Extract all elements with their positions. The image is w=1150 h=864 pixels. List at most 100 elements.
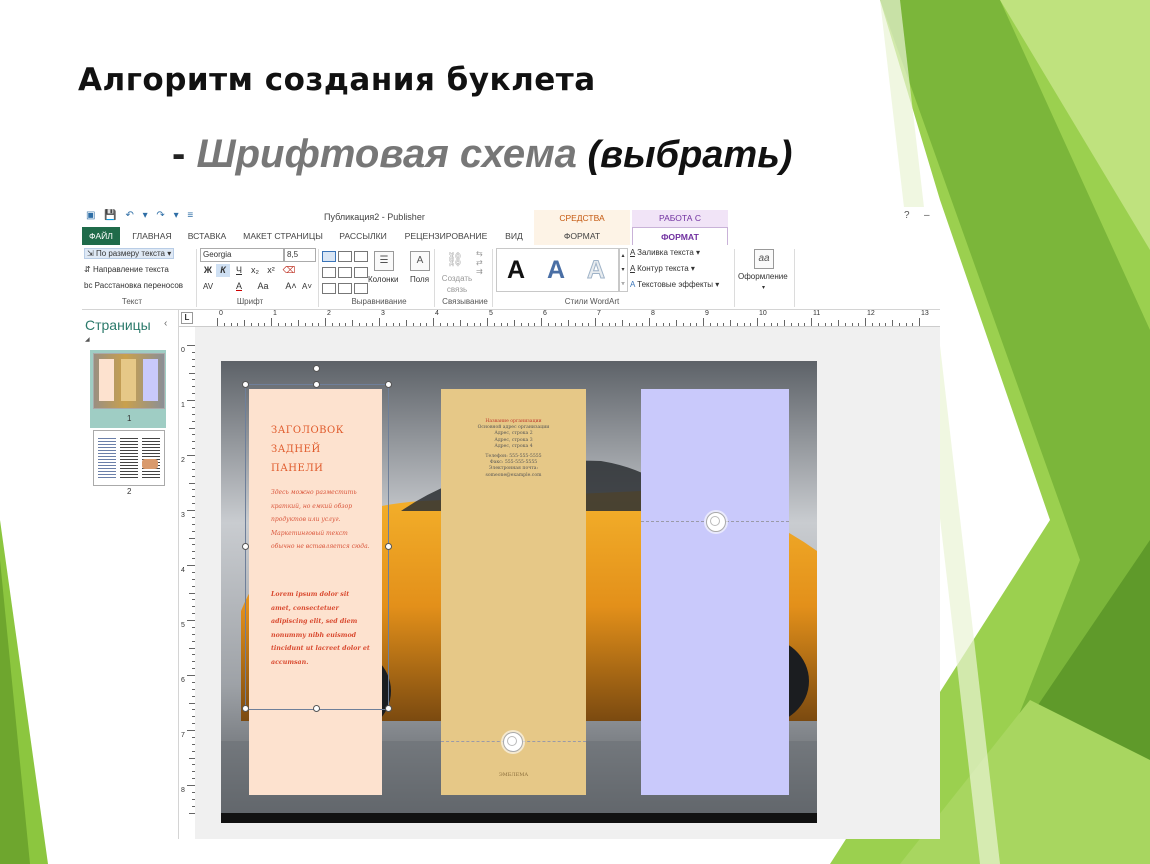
expand-icon[interactable]: ◢ [85,336,90,343]
ruler-tick [547,323,549,326]
pages-pane-title: Страницы [85,317,151,333]
ruler-tick [250,323,252,326]
gallery-scroll[interactable]: ▴ ▾ ▿ [618,248,628,292]
ruler-tick [858,323,860,326]
front-panel[interactable] [641,389,789,795]
margins-icon[interactable]: A [410,251,430,271]
clear-format-icon[interactable]: ⌫ [282,264,296,277]
font-name-box[interactable]: Georgia [200,248,284,262]
design-icon[interactable]: aa [754,249,774,269]
columns-icon[interactable]: ☰ [374,251,394,271]
picture-placeholder-icon[interactable] [503,732,523,752]
text-outline-button[interactable]: A Контур текста ▾ [630,264,695,273]
link-chain-icon: ⛓ [446,251,464,267]
ruler-tick [379,318,380,326]
spacing-button[interactable]: AV [201,280,215,293]
contact-block[interactable]: Название организации Основной адрес орга… [441,419,586,479]
page-thumb-1[interactable] [93,353,165,409]
shrink-font-button[interactable]: A˅ [300,280,314,293]
publisher-window: ▣ 💾 ↶ ▾ ↷ ▾ ≡ Публикация2 - Publisher СР… [82,207,940,839]
grow-font-button[interactable]: A˄ [284,280,298,293]
resize-handle[interactable] [385,381,392,388]
text-fill-button[interactable]: A Заливка текста ▾ [630,248,700,257]
design-dropdown-icon[interactable]: ▾ [762,284,765,291]
resize-handle[interactable] [313,381,320,388]
tab-view[interactable]: ВИД [500,227,528,245]
quick-access-icons[interactable]: ▣ 💾 ↶ ▾ ↷ ▾ ≡ [86,210,196,221]
font-size-box[interactable]: 8,5 [284,248,316,262]
resize-handle[interactable] [242,381,249,388]
group-separator [492,249,493,307]
change-case-button[interactable]: Aa [254,280,272,293]
ruler-tick [453,323,455,326]
ruler-tick [723,323,725,326]
group-label-text: Текст [121,297,143,306]
resize-handle[interactable] [242,543,249,550]
resize-handle[interactable] [385,705,392,712]
ruler-tick [223,323,225,326]
ruler-tick [493,323,495,326]
logo-placeholder[interactable]: ЭМБЛЕМА [441,772,586,778]
resize-handle[interactable] [313,705,320,712]
page-thumb-2[interactable] [93,430,165,486]
vertical-ruler[interactable]: 0 1 2 3 4 5 6 7 8 [179,327,196,839]
ruler-label: 0 [181,347,185,354]
picture-placeholder-icon[interactable] [706,512,726,532]
wordart-style-blue[interactable]: A [539,255,573,285]
ruler-tick [187,510,195,511]
tab-review[interactable]: РЕЦЕНЗИРОВАНИЕ [402,227,490,245]
rotate-handle[interactable] [313,365,320,372]
ruler-tick [439,323,441,326]
ruler-tick [871,323,873,326]
subscript-button[interactable]: x₂ [248,264,262,277]
brochure-page[interactable]: ЗАГОЛОВОК ЗАДНЕЙ ПАНЕЛИ Здесь можно разм… [221,361,817,823]
collapse-pane-button[interactable]: ‹ [164,318,167,329]
tab-mailings[interactable]: РАССЫЛКИ [336,227,390,245]
horizontal-ruler[interactable]: L 0 1 2 3 4 5 6 7 8 9 10 11 12 13 [179,310,940,327]
resize-handle[interactable] [385,543,392,550]
ruler-tick [595,318,596,326]
textbox-selection-frame[interactable] [245,384,389,710]
ribbon-tabs: ФАЙЛ ГЛАВНАЯ ВСТАВКА МАКЕТ СТРАНИЦЫ РАСС… [82,227,940,246]
bold-button[interactable]: Ж [201,264,215,277]
columns-label[interactable]: Колонки [368,275,399,284]
ruler-tick [318,323,320,326]
text-effects-button[interactable]: A Текстовые эффекты ▾ [630,280,719,289]
ruler-tick [878,323,880,326]
wordart-style-black[interactable]: A [499,255,533,285]
tab-format-textbox[interactable]: ФОРМАТ [632,227,728,246]
ruler-tick [736,323,738,326]
superscript-button[interactable]: x² [264,264,278,277]
tab-layout[interactable]: МАКЕТ СТРАНИЦЫ [242,227,324,245]
ruler-tick [352,320,353,326]
resize-handle[interactable] [242,705,249,712]
tab-insert[interactable]: ВСТАВКА [184,227,230,245]
ruler-tick [743,323,745,326]
underline-button[interactable]: Ч [232,264,246,277]
wordart-style-outline[interactable]: A [579,255,613,285]
window-title: Публикация2 - Publisher [324,212,425,222]
help-button[interactable]: ? [904,210,910,221]
ruler-tick [851,323,853,326]
wordart-gallery[interactable]: A A A [496,248,620,292]
text-direction-label: Направление текста [92,265,169,274]
ruler-label: 5 [181,622,185,629]
create-link-button[interactable]: Создать связь [440,273,474,295]
tab-format-drawing[interactable]: ФОРМАТ [534,227,630,245]
ruler-tick [811,318,812,326]
minimize-button[interactable]: – [924,210,930,221]
tab-home[interactable]: ГЛАВНАЯ [128,227,176,245]
alignment-grid[interactable] [322,251,368,295]
ruler-tick [912,323,914,326]
text-direction-button[interactable]: ⇵ Направление текста [84,265,169,274]
font-color-button[interactable]: A [232,280,246,293]
hyphenation-button[interactable]: bc Расстановка переносов [84,281,183,290]
fit-text-button[interactable]: ⇲ По размеру текста ▾ [84,248,175,259]
ruler-label: 8 [181,787,185,794]
design-button[interactable]: Оформление [738,272,788,281]
margins-label[interactable]: Поля [410,275,429,284]
tab-file[interactable]: ФАЙЛ [82,227,120,245]
title-bar: ▣ 💾 ↶ ▾ ↷ ▾ ≡ Публикация2 - Publisher СР… [82,207,940,239]
ruler-tick [480,323,482,326]
italic-button[interactable]: К [216,264,230,277]
